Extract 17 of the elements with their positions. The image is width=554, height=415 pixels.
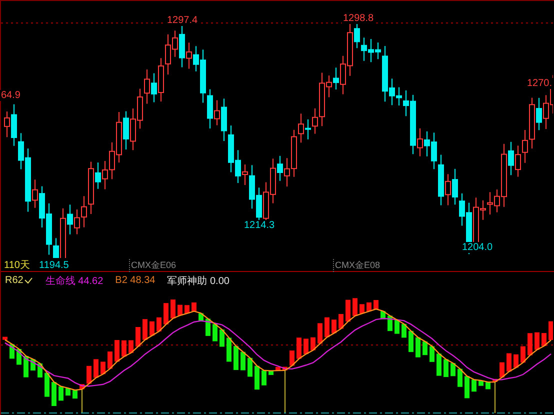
contract-label: CMX金E06 (129, 258, 333, 272)
indicator-value: 军师神助 0.00 (167, 274, 230, 288)
signal-line (494, 382, 496, 414)
price-label: 1297.4 (166, 15, 199, 26)
indicator-name: R62 (5, 275, 34, 286)
price-label: 1298.8 (342, 13, 375, 24)
indicator-value: 生命线 44.62 (45, 274, 104, 288)
period-label: 110天 (3, 259, 31, 272)
price-label: 64.9 (0, 90, 22, 101)
contract-label: CMX金E08 (333, 258, 537, 272)
indicator-value: B2 48.34 (115, 275, 156, 286)
signal-line (284, 370, 286, 414)
price-label: 1214.3 (243, 220, 276, 231)
low-price-label: 1194.5 (38, 260, 70, 270)
price-label: 1270. (526, 78, 554, 89)
checkmark-icon (24, 277, 34, 284)
price-label: 1204.0 (461, 242, 494, 253)
